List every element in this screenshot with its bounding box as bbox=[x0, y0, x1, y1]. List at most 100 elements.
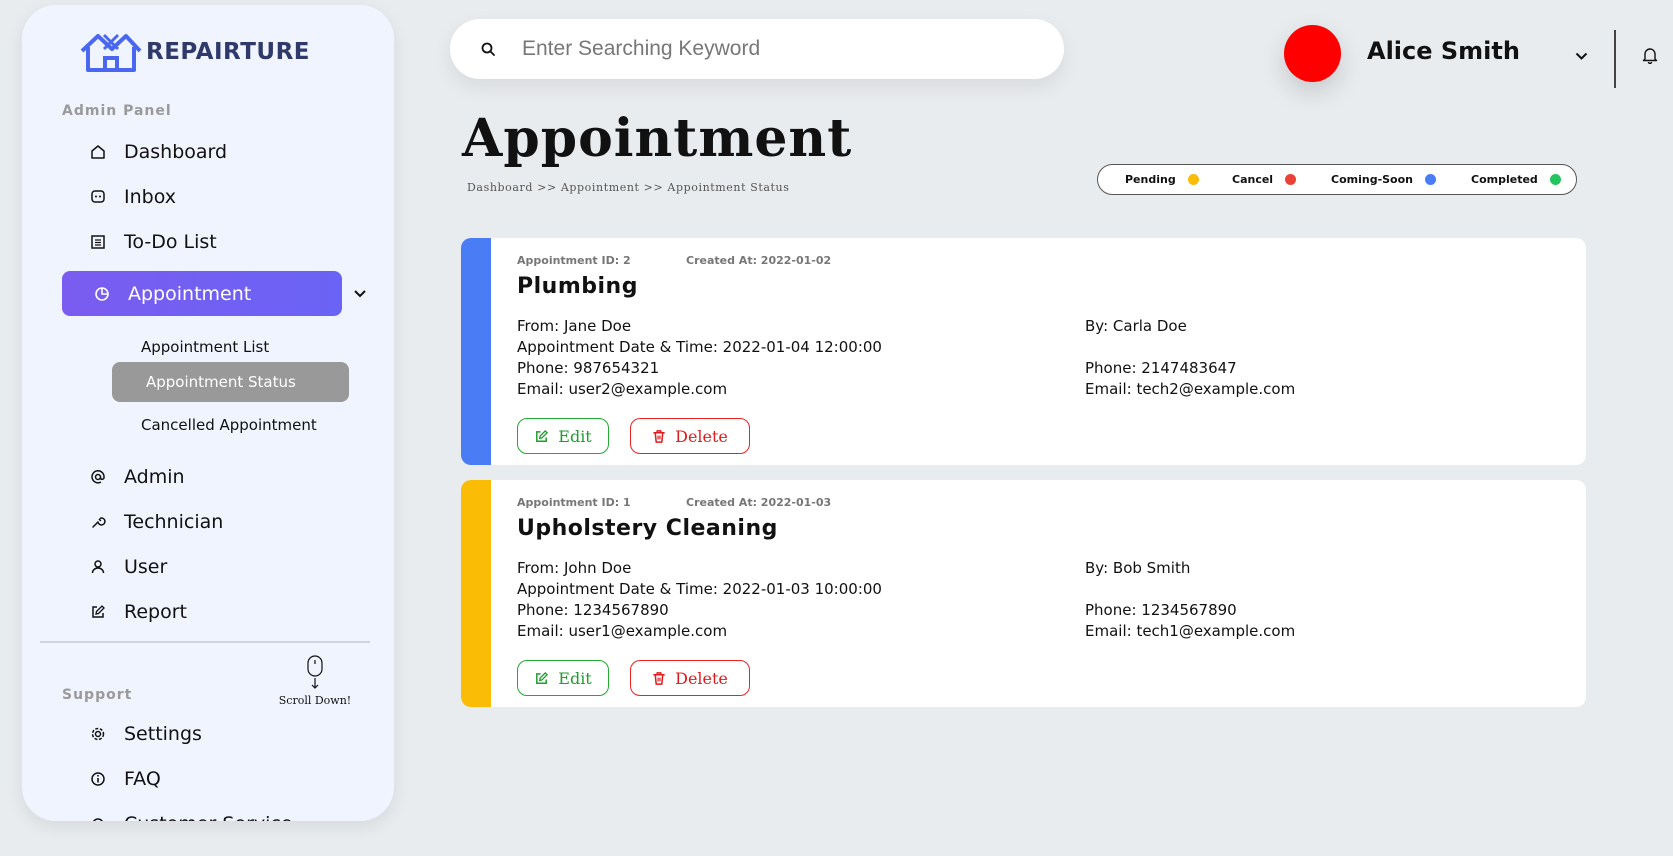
sidebar-item-label: Report bbox=[124, 601, 187, 623]
sidebar-item-faq[interactable]: FAQ bbox=[90, 768, 161, 790]
delete-button[interactable]: Delete bbox=[630, 660, 750, 696]
customer-email: Email: user1@example.com bbox=[517, 622, 728, 640]
edit-icon bbox=[534, 429, 549, 444]
edit-label: Edit bbox=[558, 426, 592, 446]
technician-email: Email: tech1@example.com bbox=[1085, 622, 1296, 640]
legend-completed: Completed bbox=[1471, 173, 1561, 186]
delete-label: Delete bbox=[675, 668, 728, 688]
chevron-down-icon[interactable] bbox=[354, 286, 366, 302]
at-icon bbox=[90, 469, 106, 485]
subitem-cancelled-appointment[interactable]: Cancelled Appointment bbox=[141, 416, 317, 434]
appointment-id: Appointment ID: 1 bbox=[517, 496, 631, 509]
search-icon[interactable] bbox=[480, 41, 496, 57]
legend-label: Completed bbox=[1471, 173, 1538, 186]
customer-email: Email: user2@example.com bbox=[517, 380, 728, 398]
trash-icon bbox=[652, 429, 666, 444]
technician-name: By: Bob Smith bbox=[1085, 559, 1191, 577]
status-legend: Pending Cancel Coming-Soon Completed bbox=[1097, 164, 1577, 195]
status-stripe bbox=[461, 238, 491, 465]
avatar[interactable] bbox=[1284, 25, 1341, 82]
customer-phone: Phone: 987654321 bbox=[517, 359, 660, 377]
support-label: Support bbox=[62, 687, 133, 703]
sidebar-item-customer-service[interactable]: Customer Service bbox=[90, 813, 293, 821]
user-name[interactable]: Alice Smith bbox=[1367, 37, 1520, 65]
list-icon bbox=[90, 234, 106, 250]
chevron-down-icon[interactable] bbox=[1575, 46, 1588, 65]
sidebar: REPAIRTURE Admin Panel Dashboard Inbox T… bbox=[22, 5, 394, 821]
search-input[interactable] bbox=[522, 37, 1002, 61]
legend-pending: Pending bbox=[1125, 173, 1199, 186]
sidebar-item-user[interactable]: User bbox=[90, 556, 167, 578]
subitem-appointment-status[interactable]: Appointment Status bbox=[112, 362, 349, 402]
scroll-hint-text: Scroll Down! bbox=[278, 694, 352, 707]
header-divider bbox=[1614, 30, 1616, 88]
gear-icon bbox=[90, 726, 106, 742]
search-bar bbox=[450, 19, 1064, 79]
brand-logo[interactable]: REPAIRTURE bbox=[78, 31, 310, 73]
appointment-datetime: Appointment Date & Time: 2022-01-04 12:0… bbox=[517, 338, 882, 356]
sidebar-item-todo[interactable]: To-Do List bbox=[90, 231, 217, 253]
brand-name: REPAIRTURE bbox=[146, 39, 310, 65]
legend-coming-soon: Coming-Soon bbox=[1331, 173, 1437, 186]
sidebar-item-label: Inbox bbox=[124, 186, 176, 208]
edit-button[interactable]: Edit bbox=[517, 660, 609, 696]
edit-button[interactable]: Edit bbox=[517, 418, 609, 454]
bell-icon[interactable] bbox=[1642, 46, 1658, 68]
technician-email: Email: tech2@example.com bbox=[1085, 380, 1296, 398]
service-name: Plumbing bbox=[517, 274, 638, 299]
edit-label: Edit bbox=[558, 668, 592, 688]
sidebar-divider bbox=[40, 641, 370, 643]
technician-phone: Phone: 2147483647 bbox=[1085, 359, 1237, 377]
house-logo-icon bbox=[78, 31, 142, 73]
sidebar-item-label: Technician bbox=[124, 511, 224, 533]
delete-button[interactable]: Delete bbox=[630, 418, 750, 454]
status-dot bbox=[1285, 174, 1297, 185]
sidebar-item-settings[interactable]: Settings bbox=[90, 723, 202, 745]
sidebar-item-inbox[interactable]: Inbox bbox=[90, 186, 176, 208]
sidebar-item-report[interactable]: Report bbox=[90, 601, 187, 623]
scroll-hint: Scroll Down! bbox=[277, 655, 353, 707]
mouse-scroll-icon bbox=[277, 655, 353, 694]
status-dot bbox=[1187, 174, 1199, 185]
sidebar-item-label: Dashboard bbox=[124, 141, 228, 163]
trash-icon bbox=[652, 671, 666, 686]
subitem-appointment-list[interactable]: Appointment List bbox=[141, 338, 269, 356]
info-icon bbox=[90, 771, 106, 787]
sidebar-item-dashboard[interactable]: Dashboard bbox=[90, 141, 227, 163]
sidebar-item-appointment[interactable]: Appointment bbox=[62, 271, 342, 316]
breadcrumb: Dashboard >> Appointment >> Appointment … bbox=[467, 181, 790, 194]
headset-icon bbox=[90, 816, 106, 821]
sidebar-item-label: Settings bbox=[124, 723, 202, 745]
customer-name: From: John Doe bbox=[517, 559, 632, 577]
wrench-icon bbox=[90, 514, 106, 530]
appointment-card: Appointment ID: 2 Created At: 2022-01-02… bbox=[461, 238, 1586, 465]
service-name: Upholstery Cleaning bbox=[517, 516, 778, 541]
sidebar-item-label: FAQ bbox=[124, 768, 161, 790]
status-dot bbox=[1425, 174, 1437, 185]
sidebar-item-label: To-Do List bbox=[124, 231, 217, 253]
appointment-datetime: Appointment Date & Time: 2022-01-03 10:0… bbox=[517, 580, 882, 598]
sidebar-item-label: Admin bbox=[124, 466, 185, 488]
delete-label: Delete bbox=[675, 426, 728, 446]
sidebar-item-label: User bbox=[124, 556, 168, 578]
created-at: Created At: 2022-01-02 bbox=[686, 254, 832, 267]
home-icon bbox=[90, 144, 106, 160]
status-stripe bbox=[461, 480, 491, 707]
admin-panel-label: Admin Panel bbox=[62, 103, 172, 119]
edit-icon bbox=[90, 604, 106, 620]
sidebar-item-technician[interactable]: Technician bbox=[90, 511, 223, 533]
sidebar-item-label: Appointment bbox=[128, 282, 252, 305]
status-dot bbox=[1549, 174, 1561, 185]
created-at: Created At: 2022-01-03 bbox=[686, 496, 832, 509]
sidebar-item-admin[interactable]: Admin bbox=[90, 466, 185, 488]
legend-label: Cancel bbox=[1232, 173, 1274, 186]
legend-label: Pending bbox=[1125, 173, 1176, 186]
customer-phone: Phone: 1234567890 bbox=[517, 601, 669, 619]
customer-name: From: Jane Doe bbox=[517, 317, 632, 335]
pie-chart-icon bbox=[94, 286, 110, 302]
chat-icon bbox=[90, 189, 106, 205]
technician-phone: Phone: 1234567890 bbox=[1085, 601, 1237, 619]
legend-label: Coming-Soon bbox=[1331, 173, 1414, 186]
appointment-id: Appointment ID: 2 bbox=[517, 254, 631, 267]
appointment-card: Appointment ID: 1 Created At: 2022-01-03… bbox=[461, 480, 1586, 707]
